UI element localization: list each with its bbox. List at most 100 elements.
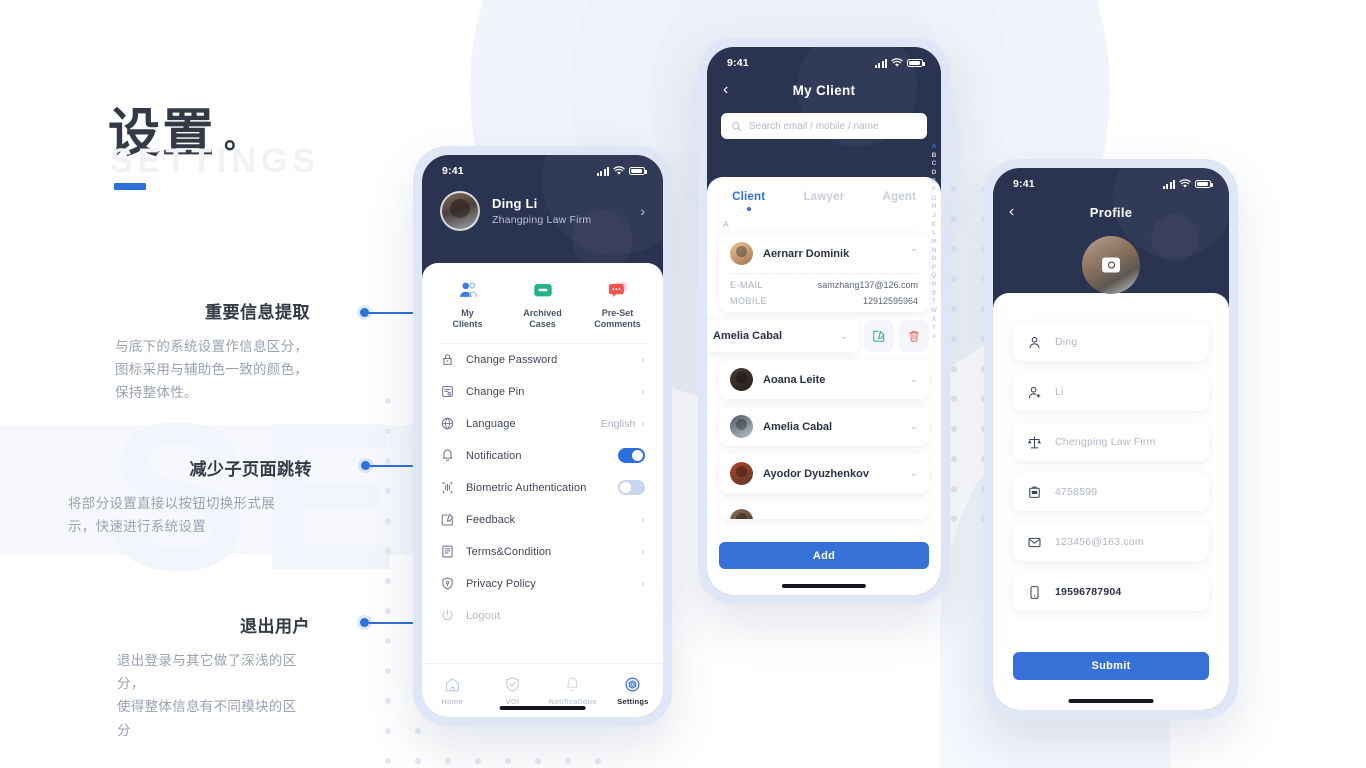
tab-lawyer[interactable]: Lawyer	[786, 191, 861, 203]
alphabet-index-h[interactable]: H	[932, 203, 937, 211]
submit-button[interactable]: Submit	[1013, 652, 1209, 680]
quick-action-archived-cases[interactable]: Archived Cases	[505, 279, 580, 331]
tab-agent[interactable]: Agent	[862, 191, 937, 203]
chevron-right-icon[interactable]: ›	[641, 578, 645, 590]
alphabet-index-t[interactable]: T	[932, 298, 936, 306]
profile-screen: 9:41 ‹ Profile Ding Li Chengping Law Firm 4…	[993, 168, 1229, 710]
profile-field-5[interactable]: 123456@163.com	[1013, 523, 1209, 561]
alphabet-index-l[interactable]: L	[932, 229, 936, 237]
alphabet-index-s[interactable]: S	[932, 290, 936, 298]
profile-title: Profile	[1089, 204, 1133, 220]
add-button[interactable]: Add	[719, 542, 929, 569]
alphabet-index-a[interactable]: A	[932, 143, 937, 151]
contact-card-partial[interactable]	[719, 501, 929, 519]
contact-row[interactable]: Aoana Leite ⌄	[719, 360, 929, 399]
alphabet-index-p[interactable]: P	[932, 264, 936, 272]
annotation-3: 退出用户 退出登录与其它做了深浅的区分， 使得整体信息有不同模块的区分	[60, 612, 310, 742]
settings-row-feedback[interactable]: Feedback ›	[422, 504, 663, 536]
alphabet-index-n[interactable]: N	[932, 247, 937, 255]
profile-field-value: 123456@163.com	[1055, 536, 1144, 548]
chevron-right-icon[interactable]: ›	[641, 418, 645, 430]
settings-row-logout[interactable]: Logout	[422, 600, 663, 632]
chevron-right-icon[interactable]: ›	[641, 354, 645, 366]
settings-row-notification[interactable]: Notification	[422, 440, 663, 472]
chevron-down-icon[interactable]: ⌄	[910, 374, 918, 385]
contact-card-expanded[interactable]: Aernarr Dominik ⌃ E-MAIL samzhang137@126…	[719, 234, 929, 312]
alphabet-index-b[interactable]: B	[932, 152, 937, 160]
contact-row[interactable]: Aernarr Dominik ⌃	[719, 234, 929, 273]
tab-client[interactable]: Client	[711, 191, 786, 203]
settings-row-privacy-policy[interactable]: Privacy Policy ›	[422, 568, 663, 600]
alphabet-index-d[interactable]: D	[932, 169, 937, 177]
settings-row-terms-condition[interactable]: Terms&Condition ›	[422, 536, 663, 568]
alphabet-index-g[interactable]: G	[931, 195, 936, 203]
profile-avatar[interactable]	[1082, 236, 1140, 294]
profile-field-6[interactable]: 19596787904	[1013, 573, 1209, 611]
toggle-switch[interactable]	[618, 448, 645, 463]
settings-row-label: Biometric Authentication	[466, 481, 587, 494]
alphabet-index-m[interactable]: M	[931, 238, 936, 246]
alphabet-index-e[interactable]: E	[932, 178, 936, 186]
chevron-down-icon[interactable]: ⌄	[910, 468, 918, 479]
contact-card[interactable]: Amelia Cabal ⌄	[719, 407, 929, 446]
contact-row[interactable]	[719, 501, 929, 519]
quick-action-my-clients[interactable]: My Clients	[430, 279, 505, 331]
settings-row-value: English	[600, 417, 636, 430]
chevron-right-icon[interactable]: ›	[641, 514, 645, 526]
settings-row-change-pin[interactable]: Change Pin ›	[422, 376, 663, 408]
alphabet-index-q[interactable]: Q	[931, 272, 936, 280]
contact-name: Aernarr Dominik	[763, 247, 850, 260]
alphabet-index-c[interactable]: C	[932, 160, 937, 168]
contact-row-swiped-main[interactable]: Amelia Cabal ⌄	[707, 320, 859, 352]
quick-action-preset-comments[interactable]: Pre-Set Comments	[580, 279, 655, 331]
profile-field-3[interactable]: Chengping Law Firm	[1013, 423, 1209, 461]
edit-contact-button[interactable]	[864, 320, 894, 352]
settings-row-language[interactable]: Language English ›	[422, 408, 663, 440]
settings-row-label: Feedback	[466, 513, 516, 526]
contact-row-swiped[interactable]: Amelia Cabal ⌄	[707, 320, 941, 352]
phone-client: 9:41 ‹ My Client Search email / mobile /…	[698, 38, 950, 604]
alphabet-index-f[interactable]: F	[932, 186, 936, 194]
camera-icon[interactable]	[1102, 257, 1120, 273]
alphabet-index-k[interactable]: K	[932, 221, 937, 229]
phone-icon	[1027, 585, 1042, 600]
chevron-down-icon[interactable]: ⌄	[840, 331, 848, 342]
power-icon	[440, 608, 455, 623]
client-tabs: Client Lawyer Agent	[707, 177, 941, 203]
alphabet-index-x[interactable]: X	[932, 316, 936, 324]
profile-field-2[interactable]: Li	[1013, 373, 1209, 411]
toggle-switch[interactable]	[618, 480, 645, 495]
tab-home[interactable]: Home	[422, 664, 482, 717]
alphabet-index-y[interactable]: Y	[932, 324, 936, 332]
contact-row[interactable]: Ayodor Dyuzhenkov ⌄	[719, 454, 929, 493]
alphabet-index-hash[interactable]: #	[932, 333, 936, 341]
chevron-down-icon[interactable]: ⌄	[910, 421, 918, 432]
quick-action-archived-cases-label: Archived Cases	[523, 308, 562, 330]
alphabet-index[interactable]: A B C D E F G H J K L M N O P Q R S T W X Y #	[931, 143, 937, 341]
globe-icon	[440, 416, 455, 431]
profile-field-4[interactable]: 4758599	[1013, 473, 1209, 511]
settings-row-change-password[interactable]: Change Password ›	[422, 344, 663, 376]
tab-notifications-label: Notifications	[548, 696, 597, 706]
lock-icon	[440, 352, 455, 367]
alphabet-index-w[interactable]: W	[931, 307, 937, 315]
back-button[interactable]: ‹	[723, 82, 728, 98]
chevron-right-icon[interactable]: ›	[641, 546, 645, 558]
leader-dot-2	[361, 461, 370, 470]
back-button[interactable]: ‹	[1009, 204, 1014, 220]
settings-row-biometric-authentication[interactable]: Biometric Authentication	[422, 472, 663, 504]
delete-contact-button[interactable]	[899, 320, 929, 352]
avatar	[730, 242, 753, 265]
chevron-right-icon[interactable]: ›	[641, 386, 645, 398]
terms-icon	[440, 544, 455, 559]
contact-row[interactable]: Amelia Cabal ⌄	[719, 407, 929, 446]
contact-email-row: E-MAIL samzhang137@126.com	[719, 274, 929, 296]
alphabet-index-r[interactable]: R	[932, 281, 937, 289]
contact-card[interactable]: Ayodor Dyuzhenkov ⌄	[719, 454, 929, 493]
chevron-up-icon[interactable]: ⌃	[910, 248, 918, 259]
alphabet-index-j[interactable]: J	[932, 212, 936, 220]
alphabet-index-o[interactable]: O	[931, 255, 936, 263]
profile-field-1[interactable]: Ding	[1013, 323, 1209, 361]
tab-settings[interactable]: Settings	[603, 664, 663, 717]
contact-card[interactable]: Aoana Leite ⌄	[719, 360, 929, 399]
